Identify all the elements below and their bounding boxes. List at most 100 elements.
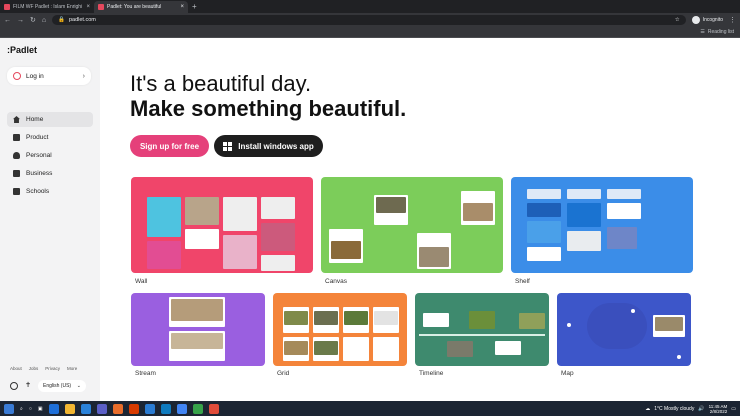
incognito-badge[interactable]: Incognito xyxy=(691,16,723,24)
stream-post-image xyxy=(171,333,223,349)
mail-app-icon[interactable] xyxy=(48,403,59,414)
browser-tab-2[interactable]: Padlet: You are beautiful × xyxy=(94,1,188,13)
grid-post-image xyxy=(344,311,368,325)
chrome-icon[interactable] xyxy=(176,403,187,414)
browser-tab-1[interactable]: FILM WF Padlet : Islam Enrighi × xyxy=(0,1,94,13)
wall-post-image xyxy=(185,197,219,225)
profile-label: Incognito xyxy=(702,17,723,23)
firefox-icon[interactable] xyxy=(112,403,123,414)
edge-icon[interactable] xyxy=(80,403,91,414)
sidebar-item-label: Business xyxy=(26,170,53,177)
about-link[interactable]: About xyxy=(10,366,22,371)
menu-icon[interactable]: ⋮ xyxy=(729,16,736,24)
star-icon[interactable]: ☆ xyxy=(675,17,680,23)
back-icon[interactable]: ← xyxy=(4,17,11,24)
powerpoint-icon[interactable] xyxy=(128,403,139,414)
sidebar: :Padlet Log in › Home Product Personal B… xyxy=(0,38,100,401)
signup-button[interactable]: Sign up for free xyxy=(130,135,209,157)
shelf-card-label: Shelf xyxy=(515,278,530,285)
file-explorer-icon[interactable] xyxy=(64,403,75,414)
install-app-button[interactable]: Install windows app xyxy=(214,135,323,157)
notifications-icon[interactable]: ▭ xyxy=(731,406,736,412)
stream-post-image xyxy=(171,299,223,321)
url-field[interactable]: 🔒 padlet.com ☆ xyxy=(52,15,686,25)
sidebar-item-label: Schools xyxy=(26,188,50,195)
stream-template-card[interactable] xyxy=(131,293,265,366)
person-icon xyxy=(13,152,20,159)
wall-card-label: Wall xyxy=(135,278,148,285)
date-text: 2/8/2022 xyxy=(709,408,728,414)
login-button[interactable]: Log in › xyxy=(7,67,91,85)
time-text: 11:45 AM xyxy=(708,403,728,409)
privacy-link[interactable]: Privacy xyxy=(45,366,60,371)
shelf-template-card[interactable] xyxy=(511,177,693,273)
volume-icon[interactable]: 🔊 xyxy=(698,406,704,412)
help-icon[interactable] xyxy=(10,382,18,390)
sidebar-item-product[interactable]: Product xyxy=(7,130,93,145)
hero-subheading: Make something beautiful. xyxy=(130,96,407,121)
skype-icon[interactable] xyxy=(160,403,171,414)
language-select[interactable]: English (US) ⌄ xyxy=(38,380,86,392)
sidebar-item-home[interactable]: Home xyxy=(7,112,93,127)
grid-post-image xyxy=(314,311,338,325)
camtasia-icon[interactable] xyxy=(192,403,203,414)
shelf-post-image xyxy=(527,203,561,217)
grid-post xyxy=(343,337,369,361)
map-pin-icon xyxy=(567,323,571,327)
shelf-post-image xyxy=(607,227,637,249)
canvas-post-image xyxy=(463,203,493,221)
recorder-icon[interactable] xyxy=(208,403,219,414)
sidebar-item-schools[interactable]: Schools xyxy=(7,184,93,199)
cortana-icon[interactable]: ○ xyxy=(29,406,32,412)
wall-post xyxy=(261,197,295,219)
lock-icon: 🔒 xyxy=(58,17,65,23)
home-icon[interactable]: ⌂ xyxy=(42,17,46,24)
timeline-post-image xyxy=(447,341,473,357)
tab-title: FILM WF Padlet : Islam Enrighi xyxy=(13,4,83,10)
shelf-post xyxy=(527,247,561,261)
sidebar-item-business[interactable]: Business xyxy=(7,166,93,181)
canvas-post-image xyxy=(331,241,361,259)
sidebar-item-personal[interactable]: Personal xyxy=(7,148,93,163)
padlet-logo[interactable]: :Padlet xyxy=(7,45,37,55)
stream-card-label: Stream xyxy=(135,370,156,377)
task-view-icon[interactable]: ▣ xyxy=(38,406,43,412)
main-content: It's a beautiful day. Make something bea… xyxy=(100,38,740,401)
more-link[interactable]: More xyxy=(67,366,77,371)
close-tab-icon[interactable]: × xyxy=(180,4,184,10)
grid-template-card[interactable] xyxy=(273,293,407,366)
timeline-template-card[interactable] xyxy=(415,293,549,366)
wall-post xyxy=(223,197,257,231)
canvas-post-image xyxy=(419,247,449,267)
login-label: Log in xyxy=(26,72,44,80)
word-icon[interactable] xyxy=(144,403,155,414)
chevron-right-icon: › xyxy=(82,72,85,80)
clock[interactable]: 11:45 AM 2/8/2022 xyxy=(709,404,728,414)
reload-icon[interactable]: ↻ xyxy=(30,16,36,24)
timeline-axis xyxy=(419,334,545,336)
home-icon xyxy=(13,116,20,123)
close-tab-icon[interactable]: × xyxy=(86,4,90,10)
padlet-page: :Padlet Log in › Home Product Personal B… xyxy=(0,38,740,401)
teams-icon[interactable] xyxy=(96,403,107,414)
timeline-post xyxy=(423,313,449,327)
search-icon[interactable]: ⌕ xyxy=(20,406,23,412)
sidebar-nav: Home Product Personal Business Schools xyxy=(7,112,93,202)
forward-icon[interactable]: → xyxy=(17,17,24,24)
jobs-link[interactable]: Jobs xyxy=(29,366,39,371)
wall-template-card[interactable] xyxy=(131,177,313,273)
weather-text[interactable]: 1°C Mostly cloudy xyxy=(654,406,694,412)
canvas-template-card[interactable] xyxy=(321,177,503,273)
login-icon xyxy=(13,72,21,80)
reading-list-link[interactable]: Reading list xyxy=(708,29,734,35)
accessibility-icon[interactable]: ✝ xyxy=(24,382,32,390)
timeline-post xyxy=(495,341,521,355)
map-template-card[interactable] xyxy=(557,293,691,366)
tab-title: Padlet: You are beautiful xyxy=(107,4,162,10)
padlet-favicon xyxy=(4,4,10,10)
shelf-post-map xyxy=(567,231,601,251)
start-icon[interactable] xyxy=(4,403,14,414)
new-tab-icon[interactable]: + xyxy=(192,2,197,11)
sidebar-item-label: Personal xyxy=(26,152,52,159)
map-pin-icon xyxy=(631,309,635,313)
